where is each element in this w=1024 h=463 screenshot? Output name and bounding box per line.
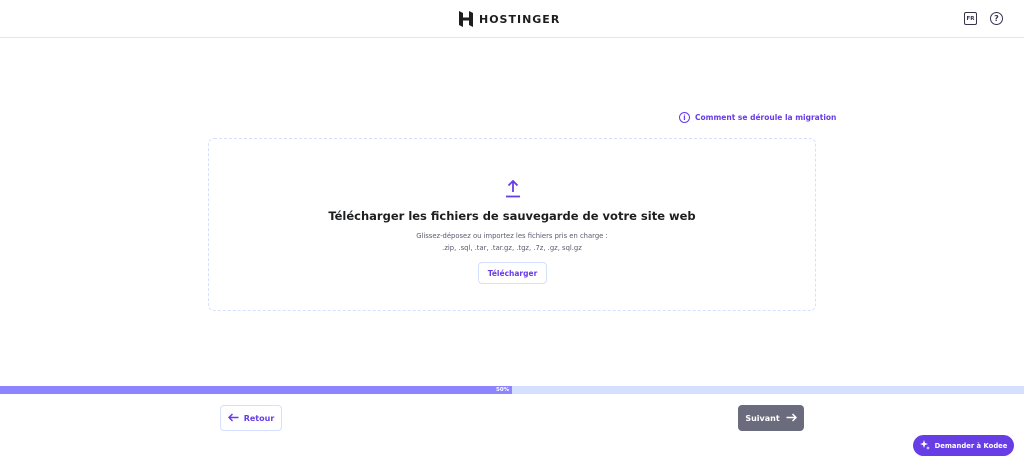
logo-text: HOSTINGER — [479, 12, 561, 26]
dropzone-title: Télécharger les fichiers de sauvegarde d… — [328, 209, 696, 223]
dropzone-formats: .zip, .sql, .tar, .tar.gz, .tgz, .7z, .g… — [442, 244, 582, 252]
arrow-right-icon — [786, 412, 797, 424]
next-button-label: Suivant — [745, 413, 780, 423]
progress-fill — [0, 386, 512, 394]
hostinger-logo[interactable]: HOSTINGER — [459, 10, 560, 28]
dropzone-subtitle: Glissez-déposez ou importez les fichiers… — [416, 232, 608, 240]
top-bar: HOSTINGER FR ? — [0, 0, 1024, 38]
upload-icon — [505, 179, 521, 198]
migration-info-label: Comment se déroule la migration — [695, 113, 837, 122]
migration-info-link[interactable]: i Comment se déroule la migration — [679, 112, 836, 123]
back-button[interactable]: Retour — [220, 405, 282, 431]
hostinger-logo-icon — [459, 11, 473, 27]
sparkle-icon — [919, 439, 930, 452]
language-button[interactable]: FR — [964, 12, 977, 25]
ask-kodee-button[interactable]: Demander à Kodee — [913, 435, 1014, 456]
info-icon: i — [679, 112, 690, 123]
dropzone-instructions: Glissez-déposez ou importez les fichiers… — [209, 230, 815, 254]
file-dropzone[interactable]: Télécharger les fichiers de sauvegarde d… — [208, 138, 816, 311]
progress-bar: 50% — [0, 386, 1024, 394]
back-button-label: Retour — [243, 413, 275, 423]
upload-button[interactable]: Télécharger — [478, 262, 547, 284]
next-button[interactable]: Suivant — [738, 405, 804, 431]
progress-label: 50% — [496, 387, 510, 393]
ask-kodee-label: Demander à Kodee — [934, 441, 1008, 450]
help-icon[interactable]: ? — [990, 12, 1003, 25]
arrow-left-icon — [227, 412, 239, 424]
